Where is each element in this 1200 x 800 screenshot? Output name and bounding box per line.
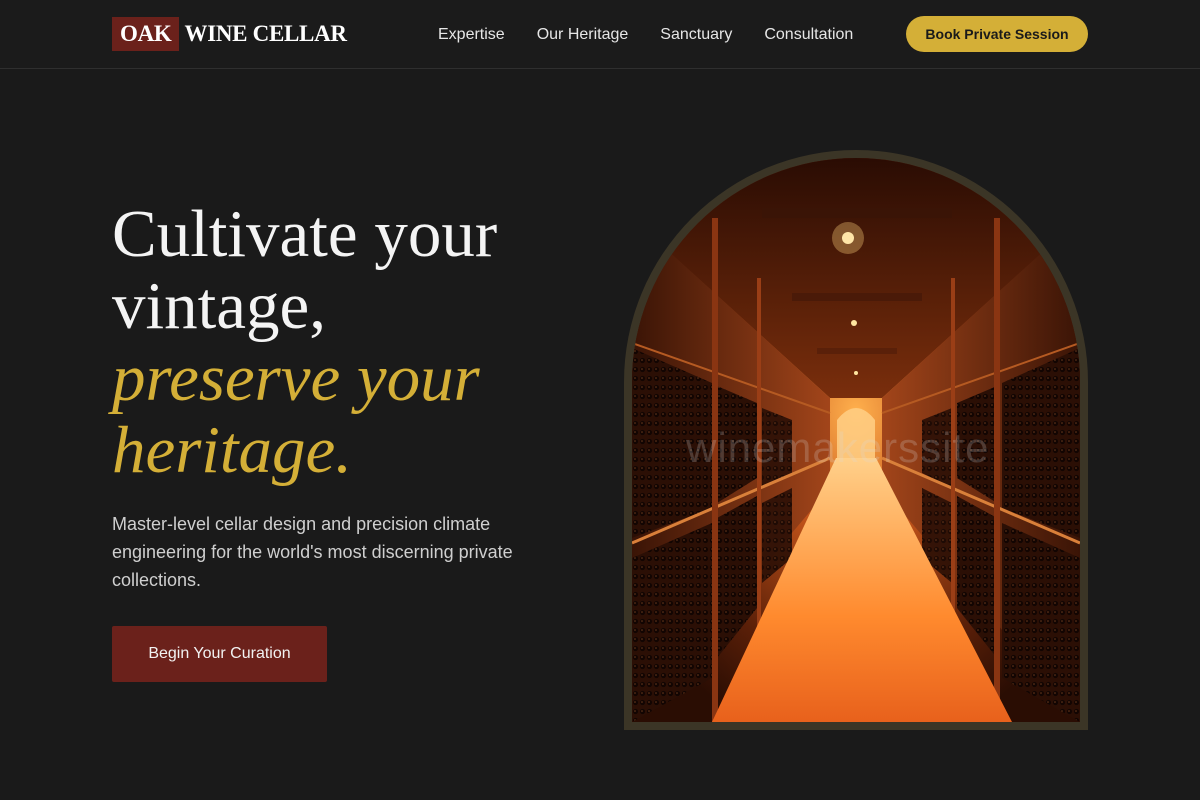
hero-title-accent-2: heritage. [112,413,353,487]
hero-title-line-1: Cultivate your [112,197,498,271]
hero-title: Cultivate your vintage, preserve your he… [112,198,582,486]
nav-link-consultation[interactable]: Consultation [764,24,853,46]
logo-mark: OAK [112,17,179,51]
begin-curation-button[interactable]: Begin Your Curation [112,626,327,682]
hero-title-line-2: vintage, [112,269,326,343]
book-session-button[interactable]: Book Private Session [906,16,1088,52]
site-header: OAK WINE CELLAR Expertise Our Heritage S… [0,0,1200,69]
image-watermark: winemakerssite [686,424,990,471]
site-logo[interactable]: OAK WINE CELLAR [112,17,347,51]
main-nav: Expertise Our Heritage Sanctuary Consult… [438,24,853,46]
hero-title-accent-1: preserve your [112,341,480,415]
logo-wordmark: WINE CELLAR [184,21,348,46]
nav-link-heritage[interactable]: Our Heritage [537,24,629,46]
nav-link-expertise[interactable]: Expertise [438,24,505,46]
nav-link-sanctuary[interactable]: Sanctuary [660,24,732,46]
hero-subtitle: Master-level cellar design and precision… [112,514,513,590]
